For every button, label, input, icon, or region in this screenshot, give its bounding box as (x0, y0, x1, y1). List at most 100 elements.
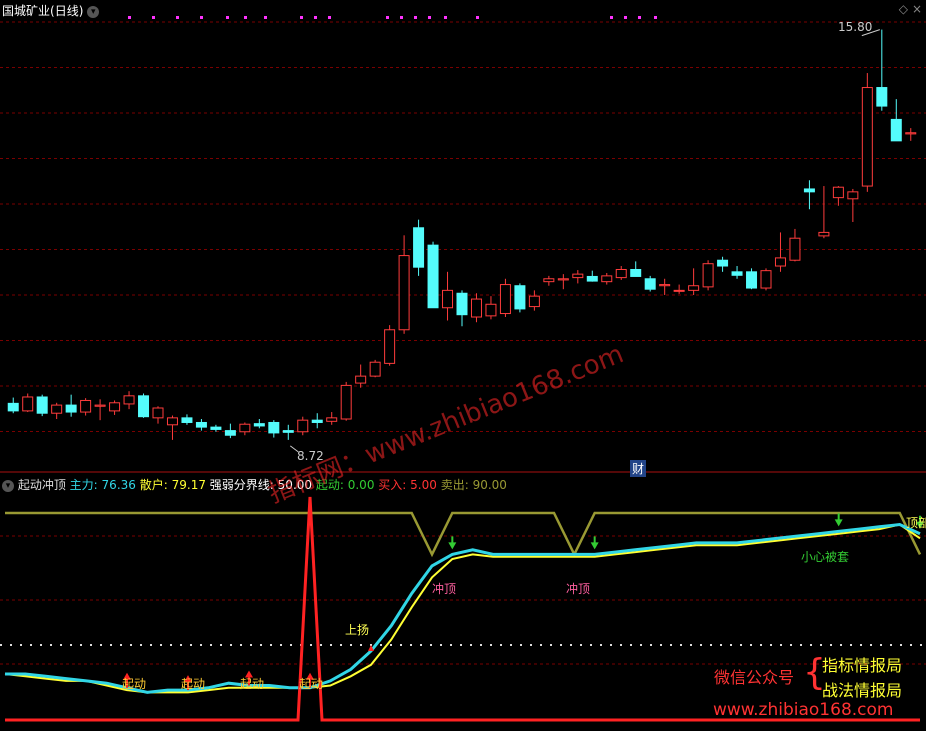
candle-body (861, 87, 873, 187)
top-marker-dot (610, 16, 613, 19)
candle-body (673, 289, 685, 292)
candle-body (630, 268, 642, 277)
sell-line (5, 511, 922, 558)
candle-body (847, 191, 859, 200)
candle-body (601, 275, 613, 283)
candle-body (528, 295, 540, 308)
chevron-down-icon[interactable]: ▾ (2, 479, 14, 492)
top-marker-dot (428, 16, 431, 19)
candle-body (586, 275, 598, 282)
top-marker-dot (300, 16, 303, 19)
candle-body (36, 396, 48, 414)
candle-body (123, 395, 135, 405)
top-arrow (590, 542, 599, 550)
top-marker-dot (152, 16, 155, 19)
candle-body (297, 419, 309, 433)
candle-body (572, 273, 584, 279)
top-annotation-1: 冲顶 (432, 582, 457, 596)
candle-body (224, 430, 236, 436)
diamond-icon[interactable]: ◇ (899, 2, 908, 16)
start-annotation-4: 起动 (299, 677, 324, 691)
candle-body (138, 395, 150, 418)
top-marker-dot (244, 16, 247, 19)
top-marker-dot (414, 16, 417, 19)
candle-body (369, 361, 381, 377)
candle-body (818, 231, 830, 237)
top-annotation-2: 冲顶 (566, 582, 591, 596)
indicator-legend: ▾ 起动冲顶 主力: 76.36 散户: 79.17 强弱分界线: 50.00 … (2, 476, 507, 493)
period-label: (日线) (50, 4, 84, 18)
bottom-url: www.zhibiao168.com (713, 700, 894, 720)
candle-body (557, 278, 569, 281)
top-marker-dot (386, 16, 389, 19)
candle-body (210, 426, 222, 430)
top-marker-dot (128, 16, 131, 19)
legend-buy-label: 买入: (378, 478, 407, 492)
top-marker-dot (264, 16, 267, 19)
top-arrow (448, 542, 457, 550)
rise-annotation: 上扬 (345, 623, 370, 637)
candle-body (659, 284, 671, 287)
top-marker-dot (200, 16, 203, 19)
top-marker-dot (476, 16, 479, 19)
candle-body (398, 255, 410, 331)
legend-sell-value: 90.00 (472, 478, 507, 492)
top-marker-dot (400, 16, 403, 19)
start-annotation-2: 起动 (181, 677, 206, 691)
candle-body (905, 132, 917, 135)
candle-body (22, 396, 34, 412)
top-cut-annotation: 顶部 (906, 516, 926, 530)
candle-body (181, 417, 193, 423)
candle-body (717, 259, 729, 267)
candle-body (803, 188, 815, 193)
close-icon[interactable]: × (912, 2, 922, 16)
legend-retail-label: 散户: (139, 478, 168, 492)
candle-body (65, 404, 77, 413)
chart-svg (0, 16, 926, 722)
candle-body (499, 284, 511, 315)
stock-title: 国城矿业 (2, 4, 51, 18)
stock-header: 国城矿业(日线) ▾ (2, 2, 100, 19)
caution-annotation: 小心被套 (801, 550, 850, 564)
candle-body (644, 278, 656, 290)
top-marker-dot (654, 16, 657, 19)
candle-body (890, 118, 902, 142)
candle-body (413, 227, 425, 268)
candle-body (615, 268, 627, 279)
high-price-label: 15.80 (838, 20, 873, 34)
candle-body (832, 186, 844, 199)
candle-body (311, 419, 323, 423)
top-marker-dot (444, 16, 447, 19)
promo-line2: 战法情报局 (822, 681, 903, 700)
candle-body (470, 298, 482, 318)
candle-body (94, 404, 106, 407)
legend-main-value: 76.36 (101, 478, 136, 492)
candle-body (442, 289, 454, 309)
candle-body (688, 285, 700, 291)
chevron-down-icon[interactable]: ▾ (87, 5, 100, 18)
candle-body (760, 270, 772, 289)
top-marker-dot (638, 16, 641, 19)
candle-body (355, 375, 367, 384)
candle-body (514, 285, 526, 310)
candle-body (326, 417, 338, 422)
top-marker-dot (176, 16, 179, 19)
indicator-name: 起动冲顶 (17, 478, 66, 492)
candle-body (195, 421, 207, 428)
candle-body (7, 402, 19, 412)
legend-main-label: 主力: (69, 478, 98, 492)
chart-stage: 国城矿业(日线) ▾ ◇ × 15.80 8.72 财 ▾ 起动冲顶 主力: 7… (0, 0, 926, 727)
top-marker-dot (328, 16, 331, 19)
top-arrow (834, 519, 843, 527)
candle-body (268, 421, 280, 434)
candle-body (485, 303, 497, 317)
candle-body (152, 407, 164, 419)
candle-body (427, 244, 439, 309)
start-annotation-1: 起动 (122, 677, 147, 691)
candle-body (731, 271, 743, 276)
finance-badge[interactable]: 财 (630, 460, 647, 477)
candle-body (253, 423, 265, 427)
top-marker-dot (314, 16, 317, 19)
legend-retail-value: 79.17 (171, 478, 206, 492)
promo-line1: 指标情报局 (822, 656, 903, 675)
